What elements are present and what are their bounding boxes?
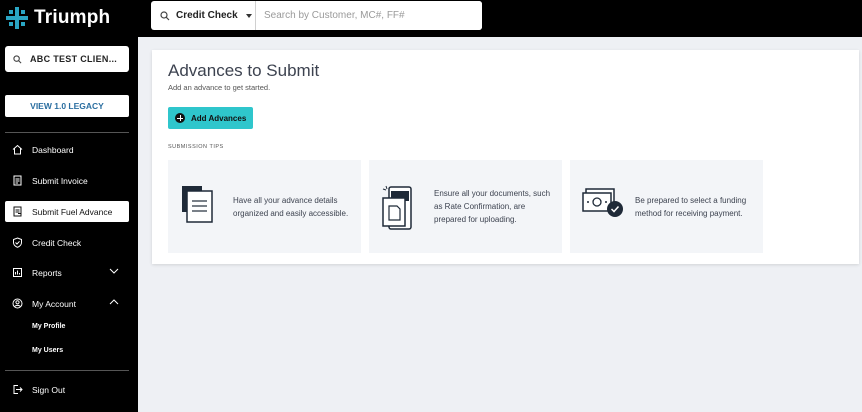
home-icon [11,144,23,156]
add-advances-button[interactable]: Add Advances [168,107,253,129]
sign-out-icon [11,384,23,396]
documents-icon [180,184,216,231]
client-name: ABC TEST CLIEN... [30,54,118,64]
page-title: Advances to Submit [168,61,320,80]
mobile-scan-icon [381,184,417,237]
invoice-icon [11,175,23,187]
sidebar-item-label: Submit Invoice [32,175,88,186]
search-icon [160,10,170,21]
sidebar-item-submit-fuel-advance[interactable]: Submit Fuel Advance [5,201,129,222]
sidebar-item-label: Dashboard [32,144,74,155]
plus-circle-icon [175,113,185,123]
sidebar-item-label: My Account [32,298,76,309]
triumph-logo[interactable]: Triumph [6,6,110,30]
tip-card: Have all your advance details organized … [168,160,361,253]
global-search: Credit Check [151,1,482,30]
account-icon [11,298,23,310]
advances-card: Advances to Submit Add an advance to get… [152,50,859,264]
tip-text: Ensure all your documents, such as Rate … [434,189,551,224]
tip-card: Be prepared to select a funding method f… [570,160,763,253]
sidebar-item-credit-check[interactable]: Credit Check [5,232,129,253]
shield-check-icon [11,237,23,249]
sidebar: ABC TEST CLIEN... VIEW 1.0 LEGACY Dashbo… [0,37,138,412]
view-legacy-button[interactable]: VIEW 1.0 LEGACY [5,95,129,117]
sidebar-item-submit-invoice[interactable]: Submit Invoice [5,170,129,191]
money-check-icon [582,184,626,225]
search-input[interactable] [256,1,482,30]
reports-icon [11,267,23,279]
triumph-logo-icon [6,7,28,29]
sidebar-item-reports[interactable]: Reports [5,262,129,283]
sidebar-item-dashboard[interactable]: Dashboard [5,139,129,160]
chevron-down-icon [245,13,252,18]
sidebar-subitem-my-profile[interactable]: My Profile [32,323,65,330]
client-selector[interactable]: ABC TEST CLIEN... [5,46,129,72]
sidebar-item-label: Credit Check [32,237,82,248]
tip-card: Ensure all your documents, such as Rate … [369,160,562,253]
sidebar-subitem-my-users[interactable]: My Users [32,347,63,354]
chevron-down-icon[interactable] [109,268,119,274]
sidebar-item-label: Submit Fuel Advance [32,206,113,217]
main-content: Advances to Submit Add an advance to get… [138,37,862,412]
chevron-up-icon[interactable] [109,299,119,305]
sidebar-item-label: Reports [32,267,62,278]
search-type-label: Credit Check [176,10,238,21]
sign-out-button[interactable]: Sign Out [5,379,129,400]
submission-tips-label: SUBMISSION TIPS [168,144,224,150]
fuel-advance-icon [11,206,23,218]
add-advances-label: Add Advances [191,113,247,123]
tip-text: Be prepared to select a funding method f… [635,195,747,218]
sidebar-item-my-account[interactable]: My Account [5,293,129,314]
top-bar: Triumph Credit Check [0,0,862,37]
tip-text: Have all your advance details organized … [233,195,349,218]
sign-out-label: Sign Out [32,384,66,395]
page-subtitle: Add an advance to get started. [168,83,271,92]
sidebar-divider [5,132,129,133]
search-type-select[interactable]: Credit Check [151,1,256,30]
brand-name: Triumph [34,7,111,28]
search-icon [13,54,22,64]
sidebar-divider [5,370,129,371]
